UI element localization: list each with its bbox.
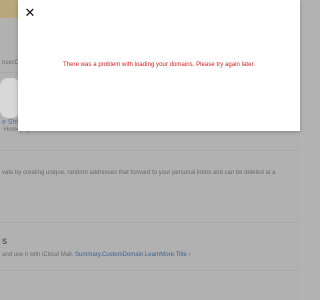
background-label: nsecO bbox=[2, 60, 20, 66]
hide-my-email-description: vate by creating unique, random addresse… bbox=[2, 170, 276, 176]
learn-more-link[interactable]: Summary.CustomDomain.LearnMore.Title bbox=[75, 252, 187, 258]
close-icon: ✕ bbox=[24, 5, 36, 20]
section-title: s bbox=[2, 236, 7, 247]
background-divider bbox=[0, 150, 300, 151]
chevron-right-icon: › bbox=[188, 252, 191, 258]
device-tile bbox=[0, 78, 20, 118]
error-dialog: ✕ There was a problem with loading your … bbox=[18, 0, 300, 131]
custom-domain-text: and use it with iCloud Mail. bbox=[2, 252, 74, 258]
background-divider bbox=[0, 270, 300, 271]
custom-domain-summary: and use it with iCloud Mail. Summary.Cus… bbox=[2, 252, 190, 258]
error-message: There was a problem with loading your do… bbox=[63, 62, 255, 68]
close-button[interactable]: ✕ bbox=[24, 5, 36, 20]
background-divider bbox=[0, 222, 300, 223]
